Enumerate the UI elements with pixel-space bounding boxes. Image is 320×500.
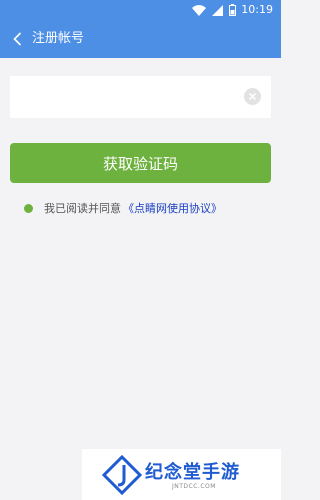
status-icons xyxy=(192,3,236,17)
agree-checkbox[interactable] xyxy=(24,203,33,213)
back-button[interactable] xyxy=(6,27,28,51)
signal-icon xyxy=(212,4,223,16)
agreement-link[interactable]: 《点睛网使用协议》 xyxy=(123,200,222,216)
page-title: 注册帐号 xyxy=(32,31,85,46)
status-bar: 10:19 xyxy=(0,0,281,20)
agreement-text: 我已阅读并同意 xyxy=(44,202,121,215)
watermark-logo-icon xyxy=(102,455,142,495)
watermark-brand: 纪念堂手游 xyxy=(145,462,240,483)
phone-input[interactable] xyxy=(10,76,271,118)
wifi-icon xyxy=(192,4,206,16)
watermark: 纪念堂手游 JNTDCC.COM xyxy=(82,449,281,500)
title-bar: 注册帐号 xyxy=(0,20,281,58)
get-code-button[interactable]: 获取验证码 xyxy=(10,143,271,183)
battery-icon xyxy=(229,4,236,16)
agreement-row: 我已阅读并同意 《点睛网使用协议》 xyxy=(24,199,222,217)
close-icon xyxy=(248,92,257,101)
clear-input-button[interactable] xyxy=(244,88,261,105)
status-time: 10:19 xyxy=(241,3,273,16)
watermark-url: JNTDCC.COM xyxy=(172,483,216,490)
chevron-left-icon xyxy=(12,32,21,46)
